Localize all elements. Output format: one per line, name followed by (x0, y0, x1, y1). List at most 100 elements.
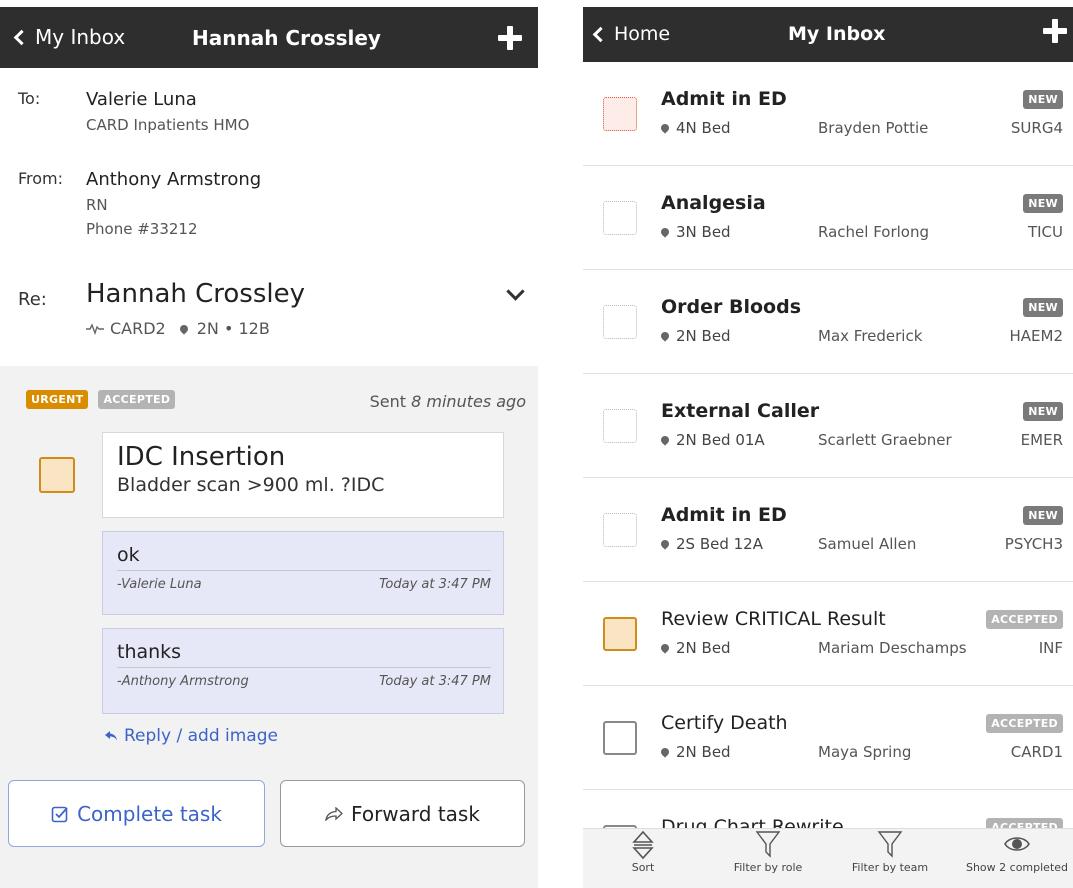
status-badge: NEW (1023, 402, 1063, 421)
inbox-item-location-text: 2N Bed 01A (676, 431, 765, 449)
top-bar: My Inbox Hannah Crossley (0, 7, 538, 68)
filter-by-role-label: Filter by role (733, 861, 803, 874)
inbox-item-location-text: 2S Bed 12A (676, 535, 763, 553)
inbox-item-unit: SURG4 (1010, 119, 1063, 137)
inbox-item-location-text: 2N Bed (676, 327, 731, 345)
task-status-checkbox[interactable] (603, 97, 637, 131)
inbox-item-patient: Rachel Forlong (818, 223, 930, 241)
inbox-item[interactable]: Certify Death ACCEPTED 2N Bed Maya Spring CA… (583, 686, 1073, 790)
inbox-item-unit: HAEM2 (1009, 327, 1063, 345)
from-name: Anthony Armstrong (86, 169, 262, 190)
location-pin-icon (178, 322, 190, 335)
inbox-item[interactable]: Admit in ED NEW 4N Bed Brayden Pottie SURG4 (583, 62, 1073, 166)
inbox-item-location-text: 2N Bed (676, 743, 731, 761)
reply-arrow-icon (105, 731, 117, 741)
inbox-item-unit: INF (1038, 639, 1063, 657)
reply-author: -Anthony Armstrong (117, 674, 249, 689)
inbox-item[interactable]: Analgesia NEW 3N Bed Rachel Forlong TICU (583, 166, 1073, 270)
inbox-item-location: 2N Bed 01A (659, 431, 765, 449)
task-status-checkbox[interactable] (603, 201, 637, 235)
status-badge: NEW (1023, 194, 1063, 213)
eye-icon (1004, 837, 1030, 851)
location-pin-icon (659, 538, 671, 550)
back-label: My Inbox (35, 25, 126, 49)
task-status-checkbox[interactable] (603, 617, 637, 651)
bottom-toolbar: Sort Filter by role Filter by team Show … (583, 828, 1073, 888)
heartbeat-icon (86, 322, 104, 335)
from-label: From: (18, 169, 64, 188)
plus-icon[interactable] (1043, 19, 1067, 43)
reply-time: Today at 3:47 PM (379, 577, 491, 592)
reply-text: ok (117, 544, 140, 566)
reply-message: ok -Valerie Luna Today at 3:47 PM (102, 531, 504, 615)
filter-by-role-button[interactable]: Filter by role (723, 829, 813, 888)
plus-icon[interactable] (498, 26, 522, 50)
back-button[interactable]: Home (591, 23, 670, 45)
location-pin-icon (659, 226, 671, 238)
location-pin-icon (659, 122, 671, 134)
sort-button[interactable]: Sort (613, 829, 673, 888)
chevron-left-icon (13, 29, 30, 45)
complete-task-button[interactable]: Complete task (8, 780, 265, 847)
inbox-item-unit: CARD1 (1010, 743, 1063, 761)
back-label: Home (614, 23, 671, 45)
reply-link[interactable]: Reply / add image (104, 726, 278, 746)
forward-arrow-icon (325, 806, 344, 821)
forward-task-button[interactable]: Forward task (280, 780, 525, 847)
chevron-down-icon[interactable] (506, 282, 525, 301)
inbox-item-patient: Brayden Pottie (818, 119, 929, 137)
inbox-item-location-text: 4N Bed (676, 119, 731, 137)
re-label: Re: (18, 289, 47, 310)
inbox-item[interactable]: Review CRITICAL Result ACCEPTED 2N Bed Mari… (583, 582, 1073, 686)
message-thread: URGENT ACCEPTED Sent 8 minutes ago IDC I… (0, 366, 538, 888)
inbox-item-patient: Mariam Deschamps (818, 639, 967, 657)
inbox-item[interactable]: Order Bloods NEW 2N Bed Max Frederick HAEM2 (583, 270, 1073, 374)
task-title: IDC Insertion (117, 442, 286, 472)
inbox-item-title: External Caller (661, 400, 820, 422)
show-completed-button[interactable]: Show 2 completed (961, 829, 1073, 888)
inbox-item-location: 2N Bed (659, 327, 731, 345)
inbox-item-location: 2N Bed (659, 639, 731, 657)
inbox-item-patient: Max Frederick (818, 327, 923, 345)
sent-relative-time: 8 minutes ago (411, 392, 526, 411)
to-name: Valerie Luna (86, 89, 197, 110)
location-pin-icon (659, 434, 671, 446)
inbox-item-location-text: 2N Bed (676, 639, 731, 657)
task-status-checkbox[interactable] (603, 721, 637, 755)
message-detail-screen: My Inbox Hannah Crossley To: Valerie Lun… (0, 7, 538, 888)
inbox-item-unit: EMER (1020, 431, 1063, 449)
task-card: IDC Insertion Bladder scan >900 ml. ?IDC (102, 432, 504, 518)
inbox-item-location: 2N Bed (659, 743, 731, 761)
inbox-item-location: 2S Bed 12A (659, 535, 763, 553)
reply-text: thanks (117, 641, 182, 663)
task-status-checkbox[interactable] (603, 513, 637, 547)
inbox-item[interactable]: Admit in ED NEW 2S Bed 12A Samuel Allen PSYC… (583, 478, 1073, 582)
page-title: My Inbox (788, 23, 886, 45)
to-label: To: (18, 89, 41, 108)
inbox-item-location: 3N Bed (659, 223, 731, 241)
filter-by-team-button[interactable]: Filter by team (845, 829, 935, 888)
inbox-item-patient: Samuel Allen (818, 535, 917, 553)
checkbox-icon (51, 806, 68, 822)
task-status-checkbox[interactable] (603, 409, 637, 443)
inbox-item-unit: PSYCH3 (1004, 535, 1063, 553)
back-button[interactable]: My Inbox (12, 25, 125, 49)
sort-label: Sort (631, 861, 655, 874)
inbox-item[interactable]: External Caller NEW 2N Bed 01A Scarlett Gra… (583, 374, 1073, 478)
inbox-item-title: Certify Death (661, 712, 788, 734)
page-title: Hannah Crossley (192, 26, 381, 50)
task-status-checkbox[interactable] (39, 457, 75, 493)
complete-task-label: Complete task (77, 801, 222, 826)
reply-link-label: Reply / add image (124, 726, 278, 746)
status-badge: NEW (1023, 506, 1063, 525)
urgent-badge: URGENT (26, 390, 89, 409)
show-completed-label: Show 2 completed (965, 861, 1069, 874)
patient-name: Hannah Crossley (86, 279, 305, 309)
task-status-checkbox[interactable] (603, 305, 637, 339)
inbox-item-patient: Scarlett Graebner (818, 431, 952, 449)
inbox-item-title: Review CRITICAL Result (661, 608, 886, 630)
location-pin-icon (659, 642, 671, 654)
filter-icon (755, 831, 781, 858)
inbox-item-patient: Maya Spring (818, 743, 912, 761)
filter-by-team-label: Filter by team (851, 861, 929, 874)
